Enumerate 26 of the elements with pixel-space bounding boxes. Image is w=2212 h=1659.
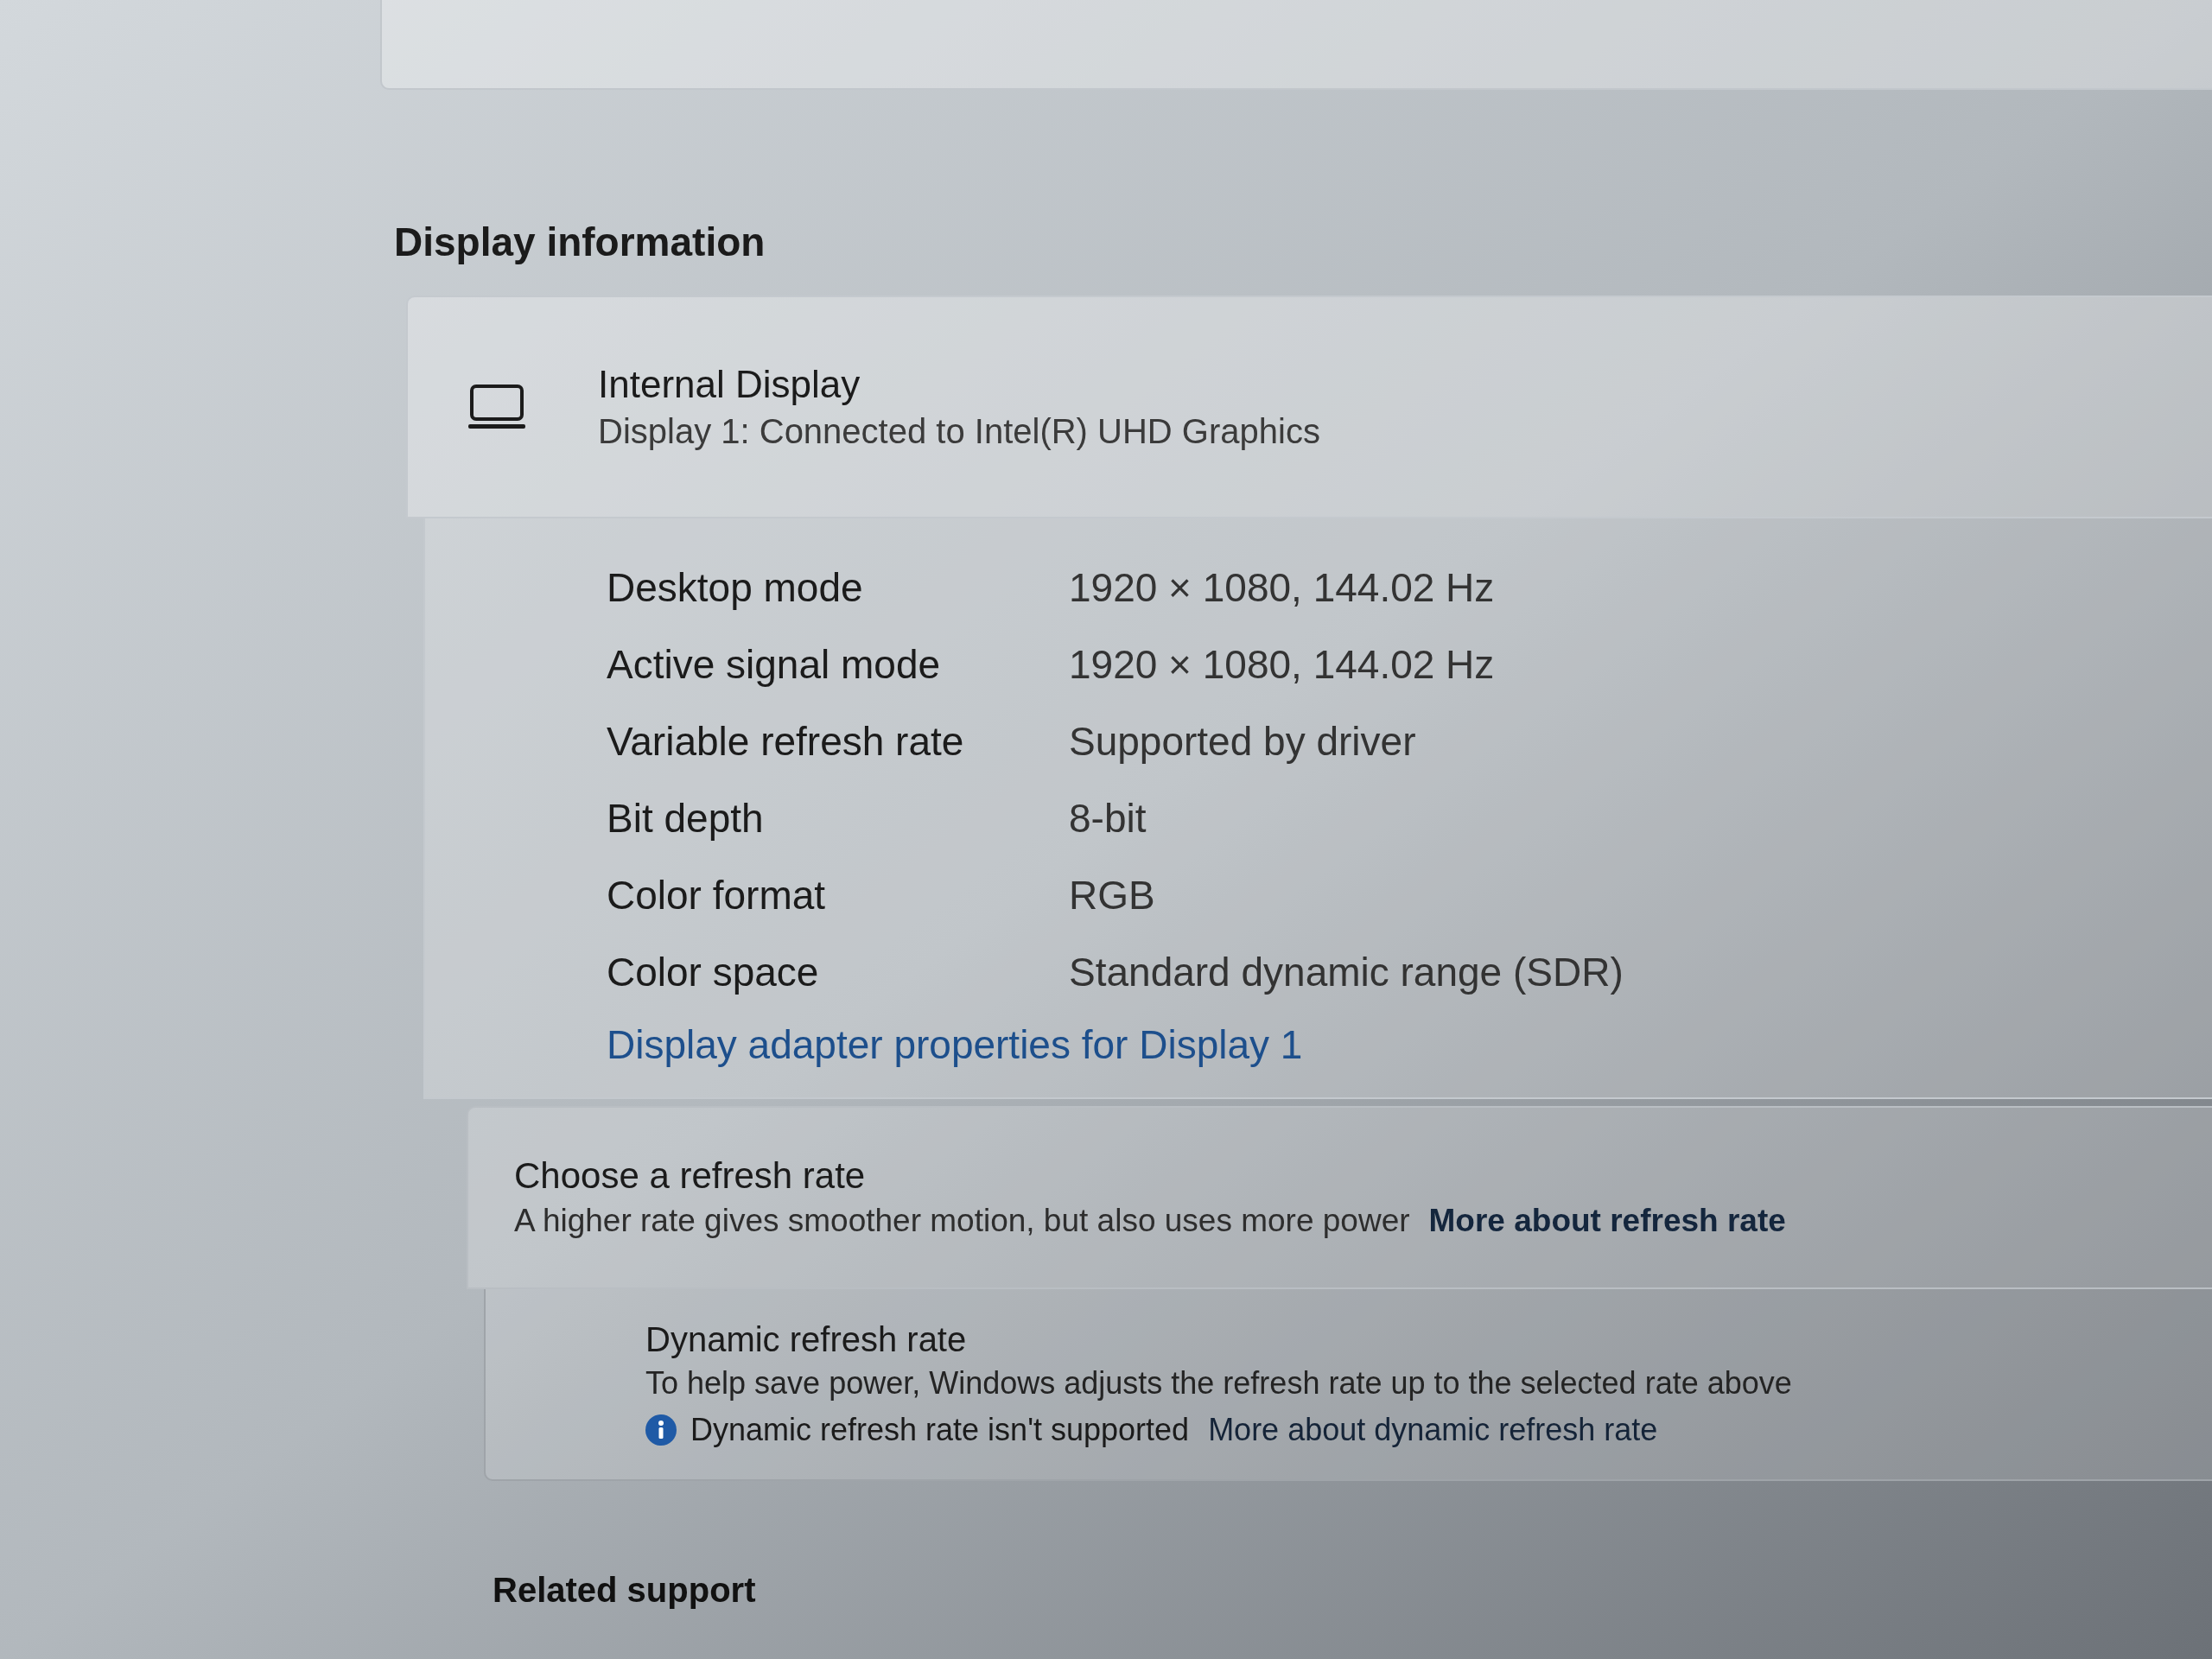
property-label: Color space (607, 949, 820, 996)
property-value: Standard dynamic range (SDR) (1069, 949, 1624, 996)
laptop-icon (467, 383, 527, 431)
property-value: 1920 × 1080, 144.02 Hz (1069, 564, 1496, 612)
property-value: Supported by driver (1069, 718, 1417, 766)
display-subtitle: Display 1: Connected to Intel(R) UHD Graphics (598, 411, 1320, 452)
property-value: 1920 × 1080, 144.02 Hz (1069, 641, 1496, 689)
related-support-heading: Related support (493, 1570, 757, 1611)
refresh-rate-description: A higher rate gives smoother motion, but also uses more power (514, 1202, 1410, 1240)
property-value: RGB (1069, 872, 1156, 919)
dynamic-refresh-link[interactable]: More about dynamic refresh rate (1208, 1408, 1658, 1452)
display-name: Internal Display (598, 362, 861, 407)
dynamic-refresh-title: Dynamic refresh rate (645, 1319, 968, 1360)
dynamic-refresh-description: To help save power, Windows adjusts the refresh rate up to the selected rate above (645, 1364, 1793, 1402)
dynamic-refresh-notice: Dynamic refresh rate isn't supported (690, 1411, 1190, 1449)
section-heading: Display information (394, 219, 766, 266)
property-label: Active signal mode (607, 641, 942, 689)
info-icon (645, 1414, 677, 1446)
property-label: Variable refresh rate (607, 718, 965, 766)
refresh-rate-title: Choose a refresh rate (514, 1154, 867, 1198)
property-label: Desktop mode (607, 564, 864, 612)
property-label: Color format (607, 872, 827, 919)
property-label: Bit depth (607, 795, 765, 842)
property-value: 8-bit (1069, 795, 1147, 842)
refresh-rate-link[interactable]: More about refresh rate (1428, 1199, 1786, 1243)
adapter-properties-link[interactable]: Display adapter properties for Display 1 (607, 1022, 1303, 1067)
